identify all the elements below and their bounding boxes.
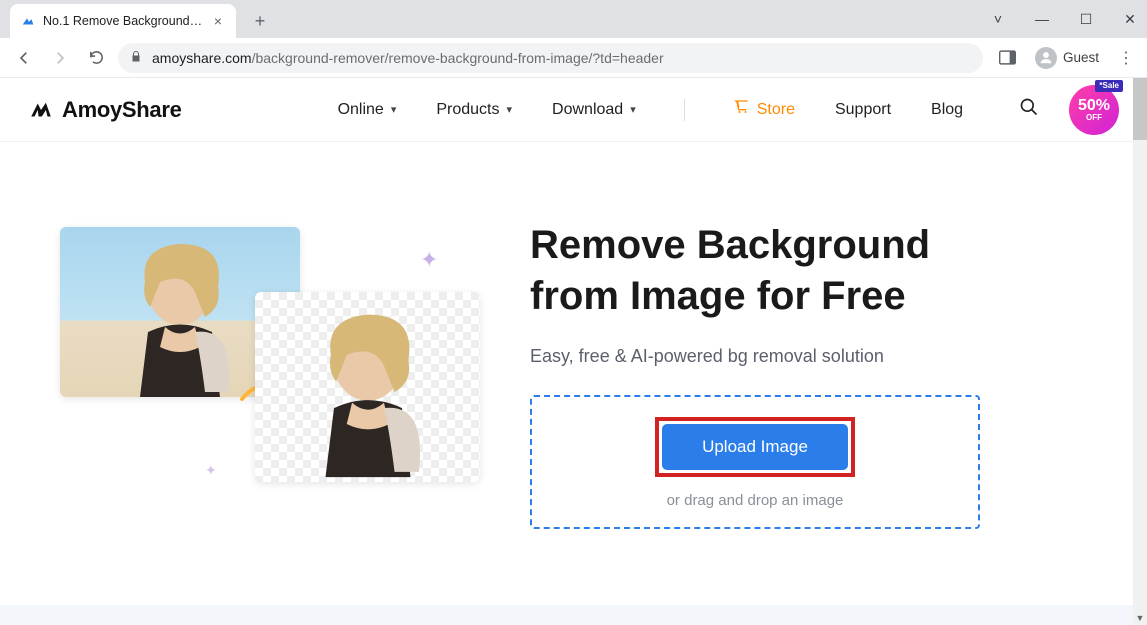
- transparent-result-image: [255, 292, 480, 482]
- side-panel-icon[interactable]: [997, 47, 1019, 69]
- vertical-scrollbar[interactable]: ▼: [1133, 78, 1147, 625]
- chevron-down-icon[interactable]: ˅: [987, 11, 1009, 27]
- site-header: AmoyShare Online ▾ Products ▾ Download ▾…: [0, 78, 1147, 142]
- person-illustration: [283, 297, 453, 482]
- profile-button[interactable]: Guest: [1029, 45, 1105, 71]
- brand-text: AmoyShare: [62, 97, 182, 123]
- upload-button[interactable]: Upload Image: [662, 424, 848, 470]
- maximize-icon[interactable]: ☐: [1075, 11, 1097, 28]
- nav-support[interactable]: Support: [835, 101, 891, 119]
- back-button[interactable]: [10, 44, 38, 72]
- nav-blog[interactable]: Blog: [931, 101, 963, 119]
- person-illustration: [100, 232, 260, 397]
- nav-products[interactable]: Products ▾: [436, 101, 512, 119]
- menu-icon[interactable]: ⋮: [1115, 47, 1137, 69]
- brand-icon: [28, 100, 54, 120]
- nav-online[interactable]: Online ▾: [338, 101, 397, 119]
- footer-strip: [0, 605, 1134, 625]
- browser-tab-strip: No.1 Remove Background from I × + ˅ — ☐ …: [0, 0, 1147, 78]
- upload-highlight: Upload Image: [655, 417, 855, 477]
- nav-divider: [684, 99, 685, 121]
- sale-off: OFF: [1086, 114, 1102, 122]
- profile-label: Guest: [1063, 50, 1099, 65]
- hero-subtitle: Easy, free & AI-powered bg removal solut…: [530, 346, 1087, 367]
- lock-icon: [130, 50, 142, 66]
- sparkle-icon: ✦: [205, 462, 217, 479]
- address-bar: amoyshare.com/background-remover/remove-…: [0, 38, 1147, 78]
- browser-tab[interactable]: No.1 Remove Background from I ×: [10, 4, 236, 38]
- hero-copy: Remove Background from Image for Free Ea…: [530, 202, 1087, 529]
- tab-title: No.1 Remove Background from I: [43, 14, 203, 28]
- sale-tag: *Sale: [1095, 80, 1123, 92]
- url-text: amoyshare.com/background-remover/remove-…: [152, 50, 664, 66]
- forward-button[interactable]: [46, 44, 74, 72]
- hero-section: ✦ ✦ Remove Backg: [0, 142, 1147, 559]
- chevron-down-icon: ▾: [630, 103, 636, 116]
- nav-store[interactable]: Store: [733, 99, 795, 120]
- close-window-icon[interactable]: ✕: [1119, 11, 1141, 28]
- sale-percent: 50%: [1078, 98, 1110, 114]
- avatar-icon: [1035, 47, 1057, 69]
- hero-illustration: ✦ ✦: [60, 202, 480, 492]
- window-controls: ˅ — ☐ ✕: [987, 0, 1141, 38]
- brand-logo[interactable]: AmoyShare: [28, 97, 182, 123]
- chevron-down-icon: ▾: [391, 103, 397, 116]
- close-tab-icon[interactable]: ×: [210, 13, 226, 29]
- sparkle-icon: ✦: [420, 247, 438, 273]
- search-icon[interactable]: [1019, 97, 1039, 122]
- sale-badge[interactable]: *Sale 50% OFF: [1069, 85, 1119, 135]
- minimize-icon[interactable]: —: [1031, 11, 1053, 27]
- favicon-icon: [20, 13, 36, 29]
- cart-icon: [733, 99, 750, 120]
- chevron-down-icon: ▾: [507, 103, 513, 116]
- upload-dropzone[interactable]: Upload Image or drag and drop an image: [530, 395, 980, 529]
- reload-button[interactable]: [82, 44, 110, 72]
- drop-hint: or drag and drop an image: [552, 492, 958, 509]
- scroll-thumb[interactable]: [1133, 78, 1147, 140]
- nav-download[interactable]: Download ▾: [552, 101, 636, 119]
- new-tab-button[interactable]: +: [246, 7, 274, 35]
- hero-title: Remove Background from Image for Free: [530, 220, 1087, 322]
- url-input[interactable]: amoyshare.com/background-remover/remove-…: [118, 43, 983, 73]
- scroll-down-icon[interactable]: ▼: [1133, 611, 1147, 625]
- main-nav: Online ▾ Products ▾ Download ▾ Store Sup…: [338, 99, 963, 121]
